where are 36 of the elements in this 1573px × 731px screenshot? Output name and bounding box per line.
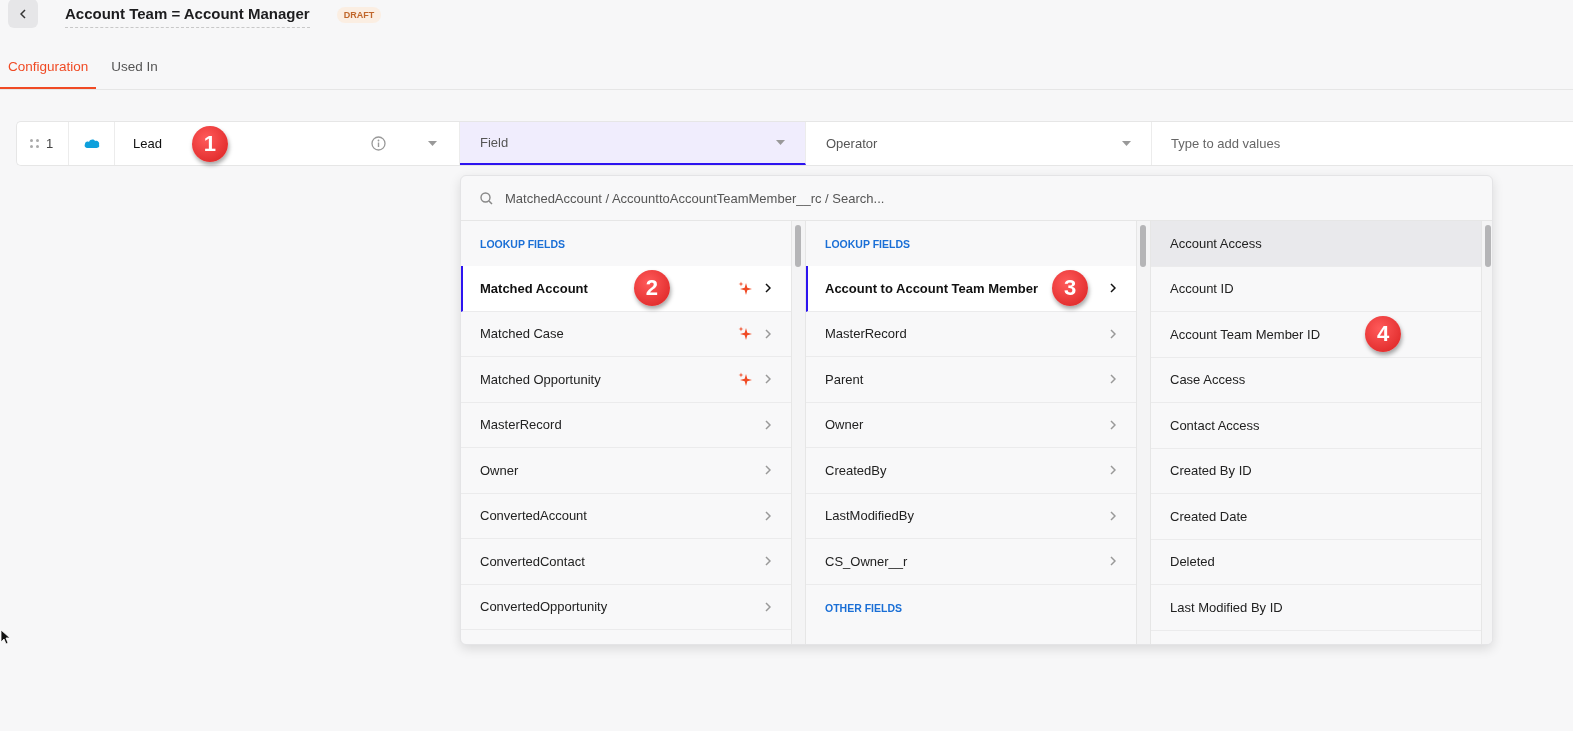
mouse-cursor-icon [0, 629, 10, 645]
annotation-badge: 1 [191, 125, 228, 162]
caret-icon [428, 141, 437, 146]
scrollbar-thumb[interactable] [795, 225, 801, 267]
chevron-left-icon [20, 8, 26, 19]
field-option[interactable]: Account to Account Team Member 3 [806, 266, 1136, 312]
drag-handle-icon[interactable] [30, 139, 39, 148]
rule-number: 1 [46, 136, 54, 151]
page-title[interactable]: Account Team = Account Manager [65, 4, 310, 28]
section-heading: LOOKUP FIELDS [824, 237, 911, 252]
cloud-icon [83, 138, 100, 149]
scrollbar-thumb[interactable] [1140, 225, 1146, 267]
status-badge: DRAFT [336, 7, 382, 23]
annotation-badge: 2 [633, 270, 670, 307]
select-placeholder: Operator [826, 136, 878, 151]
object-select[interactable]: Lead 1 [115, 122, 460, 165]
object-value: Lead [133, 136, 162, 151]
caret-icon [1122, 141, 1131, 146]
field-option[interactable]: Matched Account 2 [461, 266, 791, 312]
search-icon [480, 191, 493, 205]
search-input[interactable]: MatchedAccount / AccounttoAccountTeamMember__rc / Search... [505, 190, 1305, 206]
section-heading: LOOKUP FIELDS [479, 237, 566, 252]
caret-icon [776, 140, 785, 145]
back-button[interactable] [8, 0, 38, 28]
info-icon[interactable] [371, 136, 386, 151]
section-heading: OTHER FIELDS [824, 600, 903, 616]
tab[interactable]: Used In [96, 45, 166, 89]
annotation-badge: 3 [1052, 270, 1089, 307]
annotation-badge: 4 [1365, 316, 1402, 353]
scrollbar-thumb[interactable] [1485, 225, 1491, 267]
select-field[interactable]: Field [460, 122, 806, 165]
select-placeholder: Field [480, 135, 509, 150]
field-option[interactable]: Account Team Member ID 4 [1151, 312, 1481, 358]
field-option[interactable]: Account Access [1151, 221, 1481, 267]
tab[interactable]: Configuration [0, 45, 97, 89]
search-field[interactable]: MatchedAccount / AccounttoAccountTeamMember__rc / Search... [461, 176, 1492, 221]
